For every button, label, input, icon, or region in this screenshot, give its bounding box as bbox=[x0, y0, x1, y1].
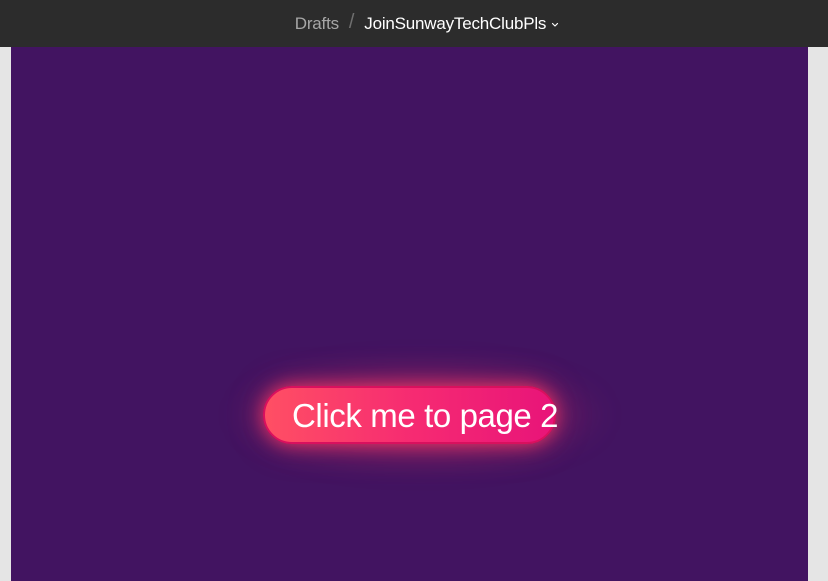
breadcrumb-drafts-link[interactable]: Drafts bbox=[295, 14, 339, 34]
page-2-button[interactable]: Click me to page 2 bbox=[263, 386, 559, 444]
prototype-frame: Click me to page 2 bbox=[11, 47, 808, 581]
chevron-down-icon bbox=[552, 22, 559, 27]
breadcrumb: Drafts / JoinSunwayTechClubPls bbox=[295, 11, 559, 34]
page-2-button-label: Click me to page 2 bbox=[292, 397, 559, 434]
breadcrumb-separator: / bbox=[348, 11, 355, 33]
file-name-dropdown[interactable]: JoinSunwayTechClubPls bbox=[364, 14, 559, 34]
file-name-label: JoinSunwayTechClubPls bbox=[364, 13, 547, 33]
top-bar: Drafts / JoinSunwayTechClubPls bbox=[0, 0, 828, 47]
canvas-area: Click me to page 2 bbox=[0, 47, 828, 581]
canvas-right-gutter bbox=[808, 47, 828, 581]
